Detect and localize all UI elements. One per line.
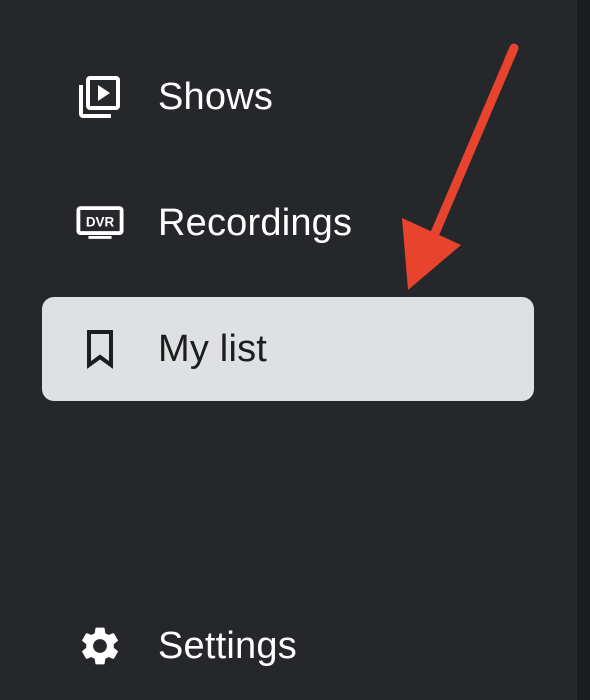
navigation-drawer: Shows DVR Recordings My list Settings bbox=[0, 0, 590, 700]
dvr-icon: DVR bbox=[76, 199, 124, 247]
drawer-edge bbox=[577, 0, 590, 700]
nav-item-recordings[interactable]: DVR Recordings bbox=[42, 171, 534, 275]
nav-label-shows: Shows bbox=[158, 76, 274, 118]
dvr-badge-text: DVR bbox=[86, 214, 115, 229]
nav-item-shows[interactable]: Shows bbox=[42, 45, 534, 149]
video-library-icon bbox=[76, 73, 124, 121]
nav-label-my-list: My list bbox=[158, 328, 268, 370]
bookmark-icon bbox=[76, 325, 124, 373]
nav-item-settings[interactable]: Settings bbox=[42, 594, 534, 698]
nav-item-my-list[interactable]: My list bbox=[42, 297, 534, 401]
nav-label-recordings: Recordings bbox=[158, 202, 353, 244]
nav-label-settings: Settings bbox=[158, 625, 297, 667]
gear-icon bbox=[76, 622, 124, 670]
